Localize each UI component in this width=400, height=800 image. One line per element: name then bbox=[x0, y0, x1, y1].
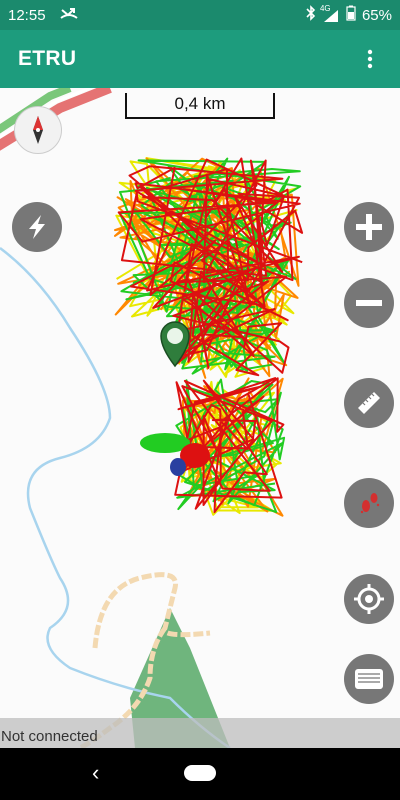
battery-percent: 65% bbox=[361, 6, 392, 24]
connection-status: Not connected bbox=[0, 718, 400, 748]
map-view[interactable]: 0,4 km Not connected bbox=[0, 88, 400, 748]
track-overlay bbox=[114, 157, 304, 517]
battery-icon bbox=[346, 5, 356, 25]
measure-button[interactable] bbox=[344, 378, 394, 428]
scale-label: 0,4 km bbox=[174, 94, 226, 113]
home-pill-icon[interactable] bbox=[184, 765, 216, 781]
scale-bar: 0,4 km bbox=[125, 93, 275, 119]
tracks-button[interactable] bbox=[344, 478, 394, 528]
plus-icon bbox=[356, 214, 382, 240]
zoom-in-button[interactable] bbox=[344, 202, 394, 252]
footprints-icon bbox=[360, 493, 380, 514]
location-pin-icon[interactable] bbox=[155, 316, 195, 368]
bluetooth-icon bbox=[306, 5, 316, 25]
status-bar: 12:55 4G 65% bbox=[0, 0, 400, 30]
keyboard-icon bbox=[355, 669, 383, 689]
missed-call-icon bbox=[59, 6, 78, 24]
app-bar: ETRU bbox=[0, 30, 400, 88]
locate-button[interactable] bbox=[344, 574, 394, 624]
status-time: 12:55 bbox=[8, 6, 46, 24]
app-title: ETRU bbox=[18, 47, 77, 70]
signal-icon: 4G bbox=[320, 4, 340, 23]
lightning-icon bbox=[29, 215, 45, 239]
ruler-icon bbox=[358, 392, 380, 414]
crosshair-icon bbox=[354, 584, 384, 614]
track-point-cluster bbox=[170, 458, 186, 476]
navigation-bar: ‹ bbox=[0, 748, 400, 800]
back-icon[interactable]: ‹ bbox=[92, 760, 99, 786]
connection-status-label: Not connected bbox=[1, 728, 98, 745]
compass-icon[interactable] bbox=[14, 106, 62, 154]
zoom-out-button[interactable] bbox=[344, 278, 394, 328]
more-vert-icon[interactable] bbox=[358, 39, 382, 79]
minus-icon bbox=[356, 300, 382, 306]
keyboard-button[interactable] bbox=[344, 654, 394, 704]
lightning-button[interactable] bbox=[12, 202, 62, 252]
